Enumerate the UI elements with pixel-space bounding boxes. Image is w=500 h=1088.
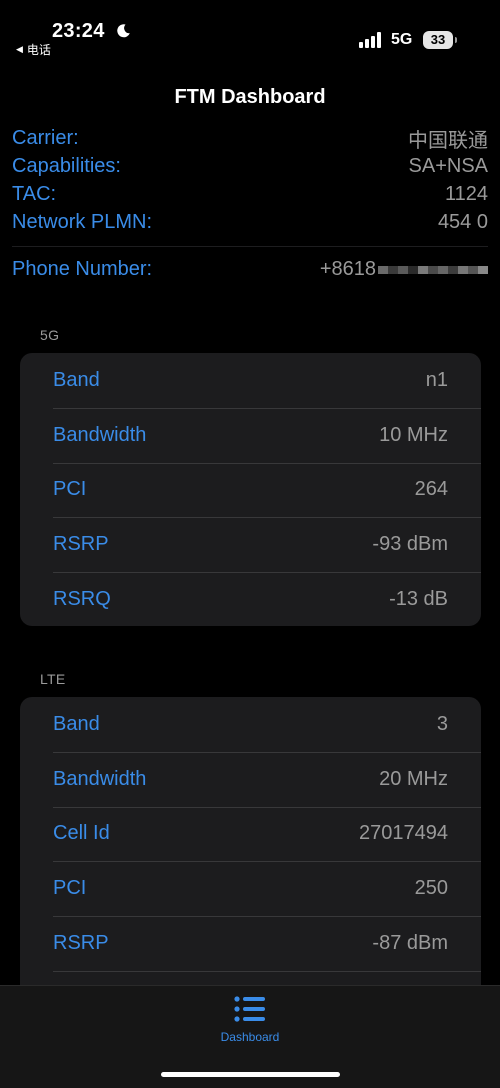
row-rsrp: RSRP -87 dBm <box>20 916 481 971</box>
card-5g: Band n1 Bandwidth 10 MHz PCI 264 RSRP -9… <box>20 353 481 626</box>
info-value: 454 0 <box>437 210 488 233</box>
row-value: -93 dBm <box>372 533 448 556</box>
info-label: Carrier: <box>12 126 79 149</box>
info-row-plmn: Network PLMN: 454 0 <box>12 208 488 236</box>
info-label: Capabilities: <box>12 154 121 177</box>
row-rsrp: RSRP -93 dBm <box>20 517 481 572</box>
redaction-mosaic <box>378 264 488 274</box>
row-value: 20 MHz <box>379 767 448 790</box>
info-row-phone: Phone Number: +8618 <box>12 255 488 283</box>
info-divider <box>12 246 488 247</box>
info-value: 1124 <box>444 182 488 205</box>
row-label: PCI <box>53 478 87 501</box>
home-indicator[interactable] <box>161 1072 340 1077</box>
row-label: Cell Id <box>53 822 110 845</box>
row-value: 27017494 <box>359 822 448 845</box>
info-label: Network PLMN: <box>12 210 153 233</box>
row-bandwidth: Bandwidth 10 MHz <box>20 407 481 463</box>
row-label: RSRP <box>53 533 109 556</box>
info-row-carrier: Carrier: 中国联通 <box>12 124 488 152</box>
row-rsrq: RSRQ -13 dB <box>20 572 481 626</box>
phone-number-text: +8618 <box>319 257 376 280</box>
row-label: RSRQ <box>53 588 111 611</box>
info-value: SA+NSA <box>408 154 488 177</box>
battery-icon: 33 <box>423 31 453 49</box>
battery-tip <box>455 37 457 43</box>
row-pci: PCI 264 <box>20 462 481 518</box>
row-value: n1 <box>425 368 448 391</box>
info-label: TAC: <box>12 182 57 205</box>
row-value: 250 <box>414 877 448 900</box>
row-pci: PCI 250 <box>20 861 481 916</box>
row-label: Bandwidth <box>53 767 147 790</box>
info-row-capabilities: Capabilities: SA+NSA <box>12 152 488 180</box>
row-value: 3 <box>436 712 448 735</box>
network-type: 5G <box>391 31 413 48</box>
back-arrow-icon: ◀ <box>16 44 23 54</box>
status-time: 23:24 <box>52 20 105 42</box>
row-value: -87 dBm <box>372 932 448 955</box>
section-header-lte: LTE <box>40 671 66 687</box>
row-label: RSRP <box>53 932 109 955</box>
row-value: 264 <box>414 478 448 501</box>
tab-label: Dashboard <box>220 1030 280 1044</box>
battery-level: 33 <box>430 32 446 47</box>
info-label: Phone Number: <box>12 257 153 280</box>
info-row-tac: TAC: 1124 <box>12 180 488 208</box>
carrier-info: Carrier: 中国联通 Capabilities: SA+NSA TAC: … <box>12 124 488 283</box>
row-cell-id: Cell Id 27017494 <box>20 806 481 862</box>
phone-number-value: +8618 <box>320 258 488 281</box>
info-value: 中国联通 <box>408 129 488 152</box>
row-band: Band 3 <box>20 697 481 752</box>
tab-dashboard[interactable]: Dashboard <box>200 996 300 1044</box>
row-value: 10 MHz <box>379 423 448 446</box>
row-label: PCI <box>53 877 87 900</box>
row-label: Bandwidth <box>53 423 147 446</box>
list-icon <box>234 996 265 1022</box>
row-label: Band <box>53 368 100 391</box>
row-label: Band <box>53 712 100 735</box>
card-lte: Band 3 Bandwidth 20 MHz Cell Id 27017494… <box>20 697 481 997</box>
row-bandwidth: Bandwidth 20 MHz <box>20 751 481 807</box>
cellular-signal-icon <box>359 32 381 48</box>
row-band: Band n1 <box>20 353 481 408</box>
back-to-app-button[interactable]: ◀ 电话 <box>16 41 51 58</box>
row-value: -13 dB <box>389 588 448 611</box>
section-header-5g: 5G <box>40 327 60 343</box>
status-bar: 23:24 ◀ 电话 5G 33 <box>0 0 500 60</box>
moon-icon <box>117 24 130 38</box>
back-app-label: 电话 <box>26 43 51 57</box>
page-title: FTM Dashboard <box>174 86 326 108</box>
